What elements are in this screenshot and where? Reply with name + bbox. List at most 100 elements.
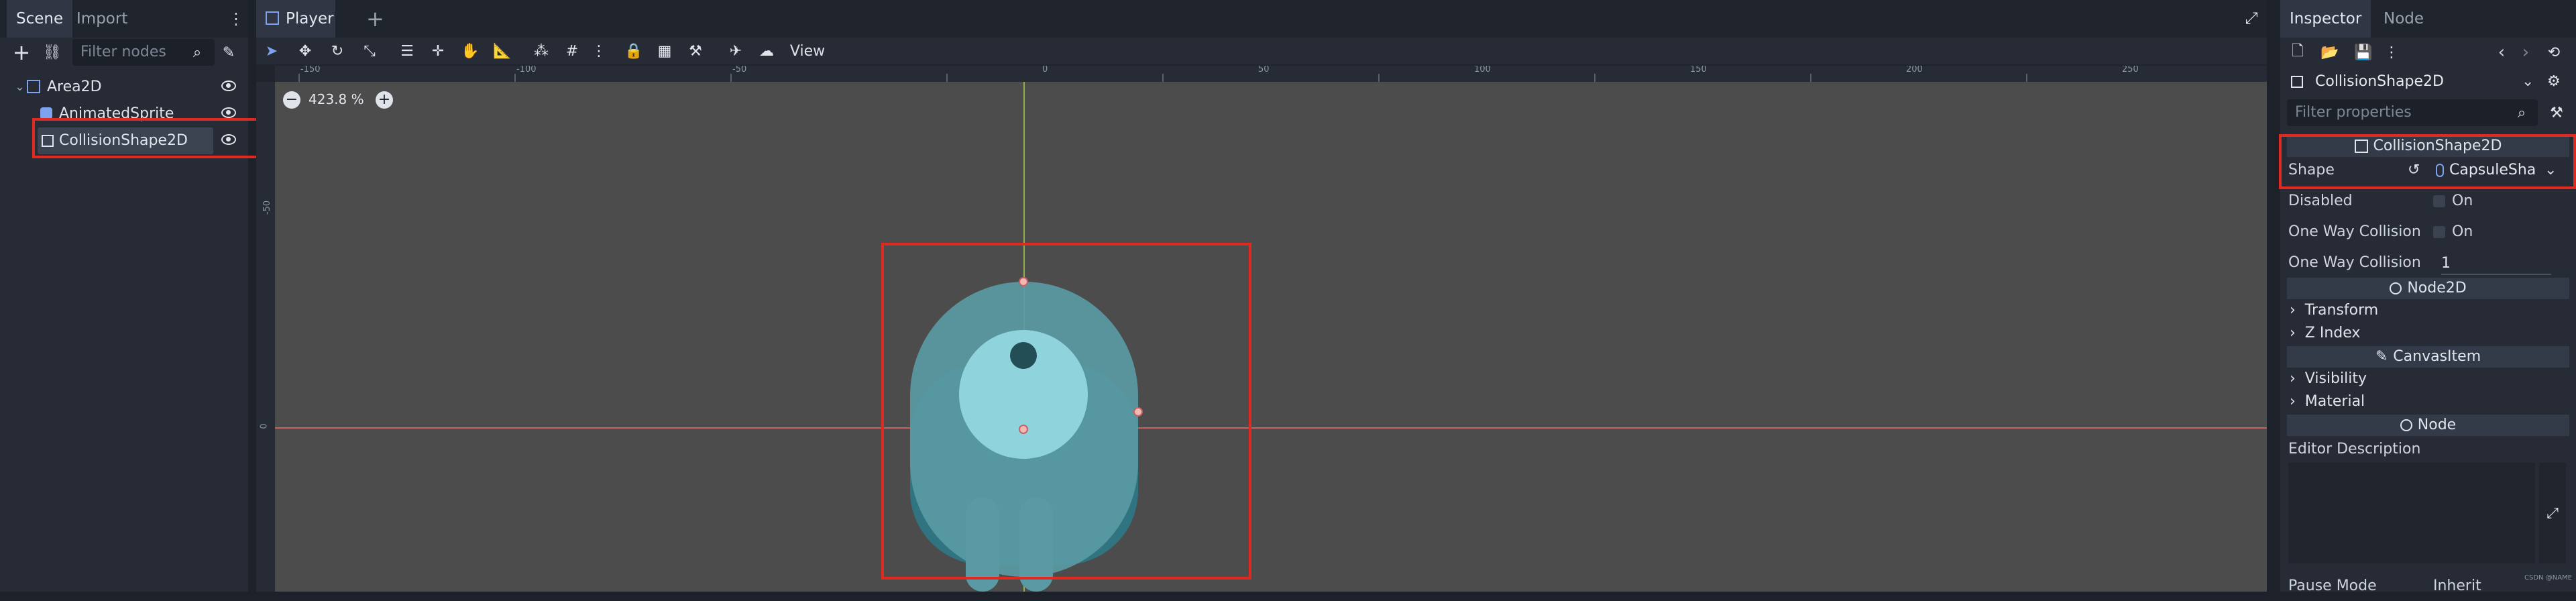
smart-snap-icon[interactable]: ⁂ bbox=[531, 42, 551, 60]
visibility-toggle-icon[interactable]: ☁ bbox=[757, 42, 777, 60]
grid-snap-icon[interactable]: # bbox=[562, 42, 582, 60]
object-selector[interactable]: CollisionShape2D ⌄ ⚙ bbox=[2280, 67, 2576, 97]
ruler-tick-label: 200 bbox=[1906, 66, 1923, 74]
prop-pause-mode-label: Pause Mode bbox=[2288, 578, 2377, 594]
tool-icon[interactable]: ⚙ bbox=[2547, 67, 2561, 97]
add-tab-button[interactable]: + bbox=[357, 0, 394, 38]
chevron-right-icon: › bbox=[2290, 325, 2305, 341]
inspector-toolbar: 🗋 📂 💾 ⋮ ‹ › ⟲ bbox=[2280, 39, 2576, 66]
object-name: CollisionShape2D bbox=[2315, 73, 2444, 90]
pivot-tool-icon[interactable]: ✛ bbox=[428, 42, 448, 60]
tree-item-area2d[interactable]: ⌄ Area2D bbox=[0, 74, 248, 101]
group-label: Z Index bbox=[2304, 325, 2361, 341]
canvas-viewport[interactable]: − 423.8 % + bbox=[275, 82, 2267, 592]
prop-one-way-margin-label: One Way Collision bbox=[2288, 254, 2421, 271]
select-tool-icon[interactable]: ➤ bbox=[262, 42, 282, 60]
scene-icon bbox=[266, 11, 279, 25]
one-way-margin-input[interactable]: 1 bbox=[2441, 254, 2551, 275]
section-node2d[interactable]: Node2D bbox=[2287, 278, 2569, 299]
section-title: Node2D bbox=[2407, 280, 2467, 296]
visibility-eye-icon[interactable] bbox=[221, 134, 236, 145]
filter-properties-input[interactable]: Filter properties bbox=[2287, 99, 2538, 126]
group-visibility[interactable]: › Visibility bbox=[2290, 368, 2367, 390]
collision-shape-icon bbox=[42, 135, 54, 147]
section-canvas-item[interactable]: ✎ CanvasItem bbox=[2287, 346, 2569, 368]
move-tool-icon[interactable]: ✥ bbox=[295, 42, 315, 60]
menu-icon[interactable]: ⋮ bbox=[2384, 43, 2399, 62]
expand-icon[interactable]: ⤢ bbox=[2539, 463, 2566, 563]
ruler-tick-label: 0 bbox=[1042, 66, 1048, 74]
pivot-handle bbox=[1019, 425, 1028, 434]
pan-tool-icon[interactable]: ✋ bbox=[460, 42, 480, 60]
history-forward-icon[interactable]: › bbox=[2518, 42, 2534, 62]
zoom-out-button[interactable]: − bbox=[283, 91, 300, 109]
group-transform[interactable]: › Transform bbox=[2290, 299, 2378, 322]
script-icon[interactable]: ✎ bbox=[219, 43, 239, 62]
collision-shape-icon bbox=[2291, 76, 2303, 88]
tree-item-animated-sprite[interactable]: AnimatedSprite bbox=[0, 101, 248, 127]
prop-disabled-label: Disabled bbox=[2288, 193, 2353, 209]
save-icon[interactable]: 💾 bbox=[2354, 43, 2372, 62]
inspector-dock: Inspector Node 🗋 📂 💾 ⋮ ‹ › ⟲ CollisionSh… bbox=[2279, 0, 2576, 594]
chevron-down-icon[interactable]: ⌄ bbox=[15, 74, 25, 101]
prop-shape-value[interactable]: ↺ CapsuleSha ⌄ bbox=[2280, 156, 2576, 185]
fullscreen-icon[interactable]: ⤢ bbox=[2243, 9, 2260, 28]
list-select-icon[interactable]: ☰ bbox=[397, 42, 417, 60]
scene-dock: Scene Import ⋮ + ⛓ Filter nodes ⌕ ✎ ⌄ Ar… bbox=[0, 0, 260, 592]
tab-scene[interactable]: Scene bbox=[7, 0, 73, 38]
editor-tabbar: Player + ⤢ bbox=[256, 0, 2267, 38]
view-menu[interactable]: View bbox=[787, 42, 828, 60]
section-node[interactable]: Node bbox=[2287, 415, 2569, 436]
ruler-tool-icon[interactable]: 📐 bbox=[492, 42, 512, 60]
new-resource-icon[interactable]: 🗋 bbox=[2290, 43, 2306, 62]
group-z-index[interactable]: › Z Index bbox=[2290, 322, 2360, 345]
prop-one-way-checkbox[interactable]: On bbox=[2433, 217, 2473, 247]
chevron-down-icon[interactable]: ⌄ bbox=[2544, 156, 2557, 185]
chevron-down-icon[interactable]: ⌄ bbox=[2522, 67, 2534, 97]
visibility-eye-icon[interactable] bbox=[221, 107, 236, 118]
rotate-tool-icon[interactable]: ↻ bbox=[327, 42, 347, 60]
ruler-tick-label: -100 bbox=[516, 66, 537, 74]
link-icon[interactable]: ⛓ bbox=[43, 42, 62, 63]
tree-item-collision-shape[interactable]: CollisionShape2D bbox=[0, 127, 248, 154]
history-back-icon[interactable]: ‹ bbox=[2494, 42, 2510, 62]
visibility-eye-icon[interactable] bbox=[221, 80, 236, 91]
ruler-tick-label: 0 bbox=[259, 423, 270, 429]
player-sprite[interactable] bbox=[892, 263, 1160, 592]
editor-description-textarea[interactable] bbox=[2288, 463, 2535, 563]
tab-player[interactable]: Player bbox=[256, 0, 335, 38]
section-title: CanvasItem bbox=[2393, 348, 2481, 365]
tab-node[interactable]: Node bbox=[2374, 0, 2433, 38]
sprite-eye bbox=[1010, 342, 1037, 369]
add-node-icon[interactable]: + bbox=[12, 40, 31, 65]
history-icon[interactable]: ⟲ bbox=[2544, 43, 2563, 62]
tab-inspector[interactable]: Inspector bbox=[2280, 0, 2371, 38]
lock-icon[interactable]: 🔒 bbox=[624, 42, 644, 60]
prop-pause-mode-value[interactable]: Inherit bbox=[2433, 571, 2481, 601]
group-material[interactable]: › Material bbox=[2290, 390, 2365, 413]
open-folder-icon[interactable]: 📂 bbox=[2320, 43, 2339, 62]
ruler-tick-label: -50 bbox=[732, 66, 747, 74]
checkbox[interactable] bbox=[2433, 226, 2445, 238]
zoom-in-button[interactable]: + bbox=[376, 91, 393, 109]
bone-icon[interactable]: ⚒ bbox=[685, 42, 706, 60]
section-collision-shape[interactable]: CollisionShape2D bbox=[2287, 135, 2569, 157]
tab-import[interactable]: Import bbox=[67, 0, 137, 38]
more-options-icon[interactable]: ⋮ bbox=[589, 42, 609, 60]
group-label: Material bbox=[2304, 393, 2365, 410]
ruler-tick-label: -150 bbox=[300, 66, 321, 74]
revert-icon[interactable]: ↺ bbox=[2408, 156, 2420, 185]
area2d-icon bbox=[27, 80, 40, 93]
group-icon[interactable]: ▦ bbox=[655, 42, 675, 60]
checkbox[interactable] bbox=[2433, 195, 2445, 207]
prop-disabled-checkbox[interactable]: On bbox=[2433, 186, 2473, 216]
dock-menu-icon[interactable]: ⋮ bbox=[228, 8, 244, 30]
scale-tool-icon[interactable]: ⤡ bbox=[359, 42, 380, 60]
scene-toolbar: + ⛓ Filter nodes ⌕ ✎ bbox=[0, 38, 248, 67]
animated-sprite-icon bbox=[40, 107, 52, 119]
settings-icon[interactable]: ⚒ bbox=[2547, 103, 2566, 122]
skeleton-icon[interactable]: ✈ bbox=[726, 42, 746, 60]
zoom-level[interactable]: 423.8 % bbox=[309, 91, 364, 107]
group-label: Visibility bbox=[2304, 370, 2367, 387]
tab-player-label: Player bbox=[286, 10, 334, 28]
